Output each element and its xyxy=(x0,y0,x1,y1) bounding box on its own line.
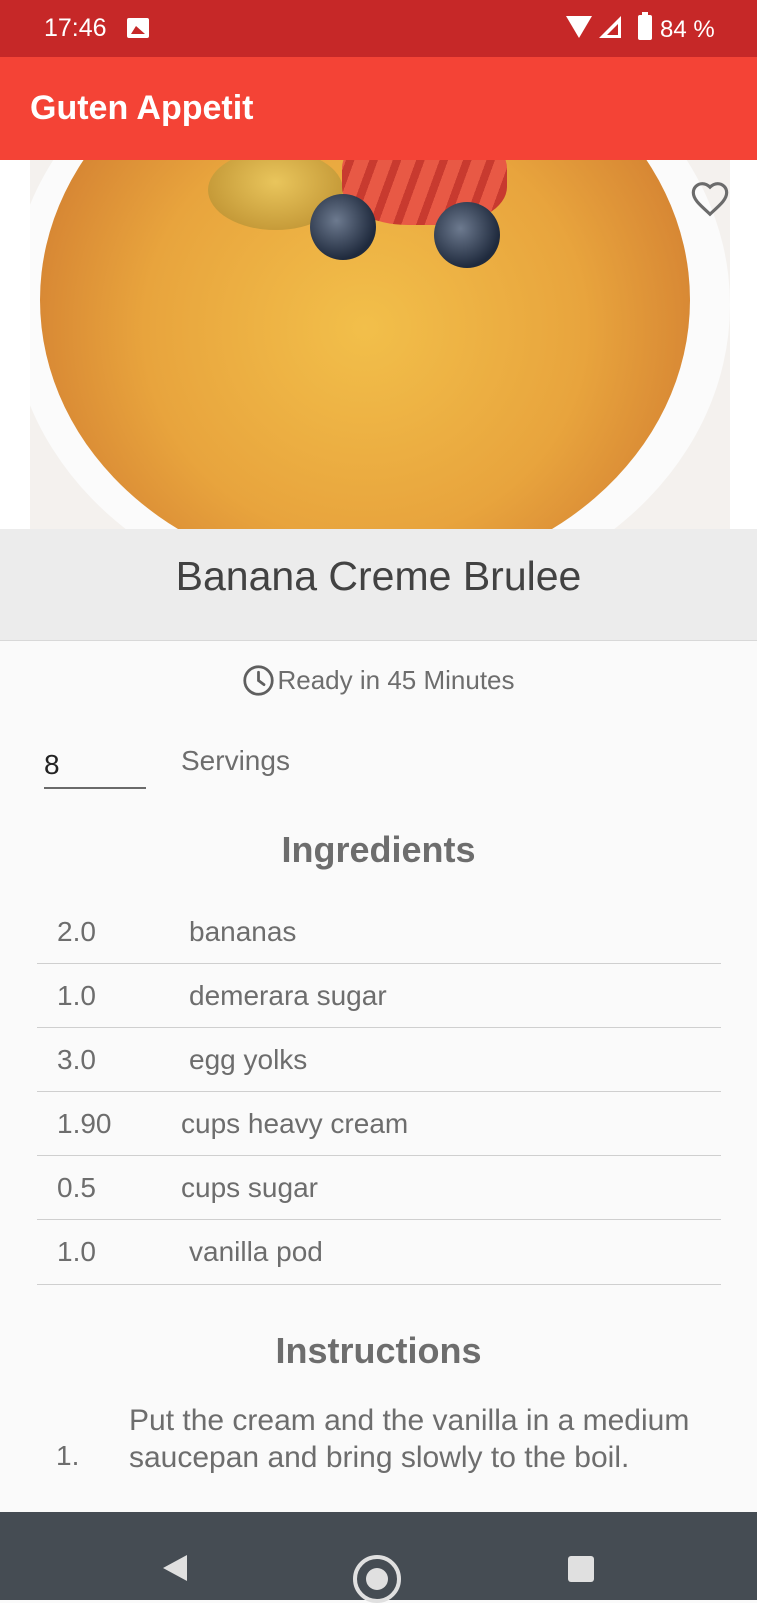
cell-signal-icon xyxy=(599,16,621,38)
blueberry xyxy=(310,194,376,260)
ingredient-name: cups heavy cream xyxy=(181,1108,409,1139)
recipe-image-card xyxy=(0,160,757,529)
ingredient-quantity: 0.5 xyxy=(57,1172,96,1203)
ingredient-row: 1.0 vanilla pod xyxy=(37,1220,721,1285)
servings-label: Servings xyxy=(181,745,290,776)
ready-time-row: Ready in 45 Minutes xyxy=(0,658,757,702)
ingredient-quantity: 3.0 xyxy=(57,1044,96,1075)
ingredient-row: 0.5 cups sugar xyxy=(37,1156,721,1220)
ready-time-text: Ready in 45 Minutes xyxy=(277,664,515,695)
ingredients-heading: Ingredients xyxy=(281,829,476,870)
ingredient-name: cups sugar xyxy=(181,1172,318,1203)
image-notification-icon xyxy=(127,18,149,38)
navigation-bar xyxy=(0,1512,757,1603)
ingredient-quantity: 2.0 xyxy=(57,916,96,947)
back-icon[interactable] xyxy=(163,1555,187,1581)
ingredient-name: vanilla pod xyxy=(189,1236,323,1267)
step-number: 1. xyxy=(56,1440,80,1471)
blueberry xyxy=(434,202,500,268)
ingredient-name: egg yolks xyxy=(189,1044,308,1075)
home-icon[interactable] xyxy=(353,1555,401,1603)
favorite-heart-icon[interactable] xyxy=(690,180,730,220)
ingredient-quantity: 1.0 xyxy=(57,1236,96,1267)
instructions-heading: Instructions xyxy=(275,1330,482,1371)
battery-percentage: 84 % xyxy=(660,16,715,43)
recipe-photo xyxy=(30,160,730,529)
ingredient-name: bananas xyxy=(189,916,297,947)
battery-icon xyxy=(638,12,652,40)
status-time: 17:46 xyxy=(44,14,107,42)
wifi-icon xyxy=(566,16,592,38)
ingredient-row: 2.0 bananas xyxy=(37,900,721,964)
clock-icon xyxy=(243,664,275,696)
step-text: Put the cream and the vanilla in a mediu… xyxy=(129,1404,690,1474)
ingredients-list: 2.0 bananas 1.0 demerara sugar 3.0 egg y… xyxy=(37,900,721,1285)
app-bar: Guten Appetit xyxy=(0,57,757,160)
ingredient-row: 3.0 egg yolks xyxy=(37,1028,721,1092)
recipe-title: Banana Creme Brulee xyxy=(175,553,582,599)
ingredient-row: 1.0 demerara sugar xyxy=(37,964,721,1028)
ingredient-row: 1.90 cups heavy cream xyxy=(37,1092,721,1156)
status-bar: 17:46 84 % xyxy=(0,0,757,57)
ingredient-name: demerara sugar xyxy=(189,980,387,1011)
recipe-title-card: Banana Creme Brulee xyxy=(0,529,757,641)
recent-apps-icon[interactable] xyxy=(568,1556,594,1582)
ingredient-quantity: 1.0 xyxy=(57,980,96,1011)
ingredient-quantity: 1.90 xyxy=(57,1108,112,1139)
app-title: Guten Appetit xyxy=(30,89,254,127)
servings-input[interactable] xyxy=(44,743,146,789)
